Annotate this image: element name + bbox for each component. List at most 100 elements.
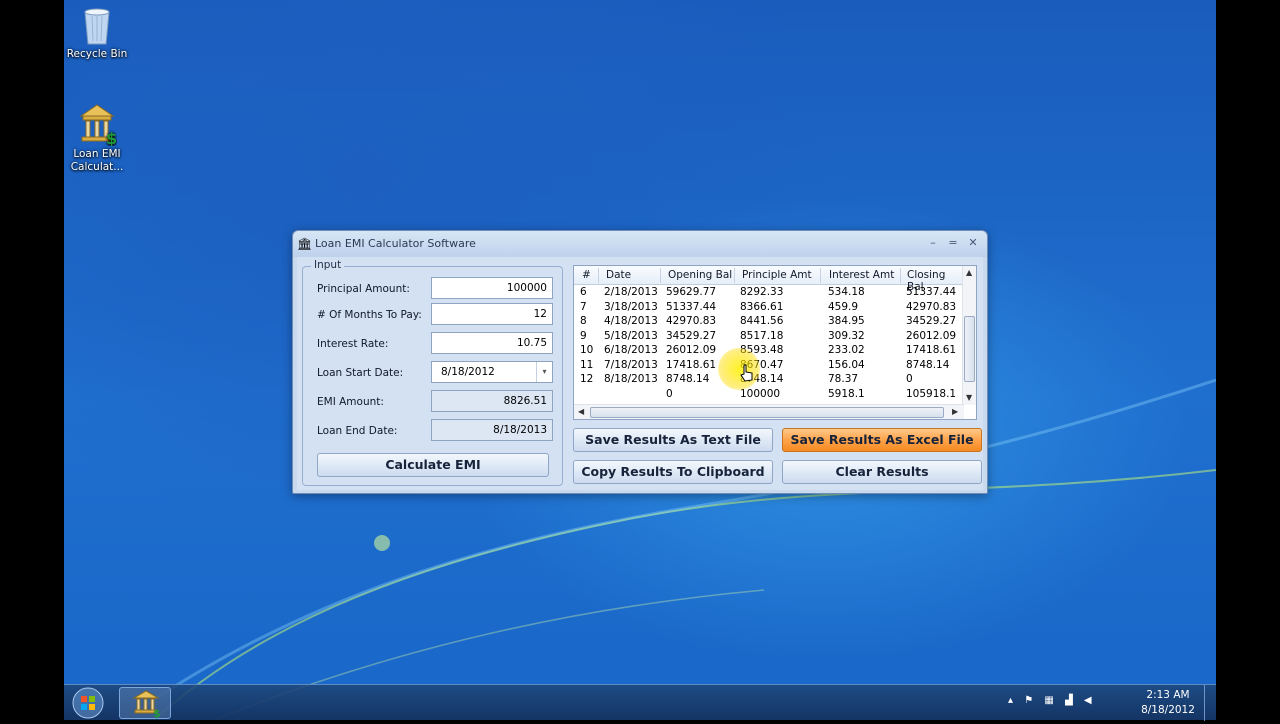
taskbar-app-loan-emi[interactable]: $ [119,687,171,719]
hand-cursor-icon [740,364,753,382]
col-header[interactable]: Interest Amt [829,269,894,281]
end-date-field: 8/18/2013 [431,419,553,441]
table-row[interactable]: 10 6/18/2013 26012.09 8593.48 233.02 17418.61 [574,344,964,358]
table-cell: 2/18/2013 [604,286,658,298]
table-cell: 8366.61 [740,300,784,313]
results-table[interactable]: # Date Opening Bal Principle Amt Interes… [573,265,977,420]
recycle-bin-icon [84,8,110,45]
scroll-up-icon[interactable]: ▲ [966,268,972,277]
scroll-right-icon[interactable]: ▶ [952,407,958,416]
vertical-scrollbar[interactable]: ▲ ▼ [962,266,976,405]
col-header[interactable]: Opening Bal [668,269,732,281]
show-desktop-button[interactable] [1204,685,1216,721]
principal-label: Principal Amount: [317,283,410,295]
volume-icon[interactable]: ◀ [1084,695,1092,706]
table-cell: 59629.77 [666,286,717,298]
table-cell: 8 [580,315,587,327]
col-header[interactable]: Date [606,269,631,281]
emi-amount-field: 8826.51 [431,390,553,412]
table-row[interactable]: 8 4/18/2013 42970.83 8441.56 384.95 34529.27 [574,315,964,329]
horizontal-scroll-thumb[interactable] [590,407,944,418]
minimize-button[interactable]: – [925,236,941,250]
network-icon[interactable]: ▦ [1044,695,1053,706]
table-row[interactable]: 12 8/18/2013 8748.14 8748.14 78.37 0 [574,373,964,387]
col-header[interactable]: # [582,269,591,281]
desktop-icon-recycle-bin[interactable]: Recycle Bin [64,6,132,61]
principal-amount-input[interactable]: 100000 [431,277,553,299]
table-cell: 34529.27 [906,315,957,327]
table-row[interactable]: 7 3/18/2013 51337.44 8366.61 459.9 42970.83 [574,301,964,315]
table-cell: 4/18/2013 [604,315,658,327]
table-cell: 3/18/2013 [604,300,658,313]
flag-icon[interactable]: ⚑ [1024,695,1033,706]
window-title: Loan EMI Calculator Software [315,237,476,250]
table-cell: 51337.44 [906,286,957,298]
table-cell: 78.37 [828,373,859,385]
table-cell: 7 [580,300,587,313]
table-cell: 156.04 [828,358,865,371]
table-header: # Date Opening Bal Principle Amt Interes… [574,266,964,293]
table-row[interactable]: 11 7/18/2013 17418.61 8670.47 156.04 8748.14 [574,359,964,373]
system-tray: ▴ ⚑ ▦ ▟ ◀ [1008,695,1092,706]
table-cell: 11 [580,358,594,371]
show-hidden-icons[interactable]: ▴ [1008,695,1013,706]
start-date-picker[interactable]: 8/18/2012 ▾ [431,361,553,383]
app-window: 🏛 Loan EMI Calculator Software – = ✕ Inp… [292,230,988,494]
table-row[interactable]: 6 2/18/2013 59629.77 8292.33 534.18 51337.44 [574,286,964,300]
table-cell: 17418.61 [906,344,957,356]
save-text-file-button[interactable]: Save Results As Text File [573,428,773,452]
clock-date: 8/18/2012 [1141,704,1195,716]
maximize-button[interactable]: = [945,236,961,250]
clock[interactable]: 2:13 AM 8/18/2012 [1138,688,1198,718]
close-button[interactable]: ✕ [965,236,981,250]
table-cell: 6 [580,286,587,298]
table-cell: 26012.09 [906,329,957,342]
table-cell: 100000 [740,387,781,400]
table-cell: 8748.14 [666,373,710,385]
clock-time: 2:13 AM [1146,689,1190,701]
copy-clipboard-button[interactable]: Copy Results To Clipboard [573,460,773,484]
vertical-scroll-thumb[interactable] [964,316,975,382]
table-cell: 105918.1 [906,387,957,400]
signal-icon[interactable]: ▟ [1065,695,1073,706]
table-row[interactable]: 0 100000 5918.1 105918.1 [574,388,964,402]
table-cell: 8748.14 [906,358,950,371]
interest-rate-input[interactable]: 10.75 [431,332,553,354]
months-input[interactable]: 12 [431,303,553,325]
table-cell: 17418.61 [666,358,717,371]
windows-logo-icon [72,687,104,719]
desktop-icon-loan-emi[interactable]: $ Loan EMI Calculat... [64,102,132,174]
calculate-emi-button[interactable]: Calculate EMI [317,453,549,477]
table-row[interactable]: 9 5/18/2013 34529.27 8517.18 309.32 26012.09 [574,330,964,344]
start-button[interactable] [68,686,108,720]
bank-dollar-icon: $ [132,690,161,719]
bank-dollar-icon: $ [79,104,117,146]
svg-text:$: $ [153,707,161,719]
col-header[interactable]: Principle Amt [742,269,812,281]
table-cell: 9 [580,329,587,342]
table-cell: 0 [666,387,673,400]
desktop-icon-label: Recycle Bin [66,48,128,60]
end-date-label: Loan End Date: [317,425,398,437]
start-date-value: 8/18/2012 [441,366,495,378]
scroll-down-icon[interactable]: ▼ [966,393,972,402]
scroll-left-icon[interactable]: ◀ [578,407,584,416]
table-cell: 534.18 [828,286,865,298]
desktop-icon-label: Loan EMI Calculat... [70,148,124,173]
horizontal-scrollbar[interactable]: ◀ ▶ [574,404,964,419]
table-cell: 459.9 [828,300,859,313]
app-bank-icon: 🏛 [297,237,313,251]
table-cell: 384.95 [828,315,865,327]
table-cell: 42970.83 [906,300,957,313]
table-cell: 10 [580,344,594,356]
chevron-down-icon[interactable]: ▾ [536,362,552,382]
svg-text:$: $ [106,129,117,146]
input-group-title: Input [311,259,345,271]
window-client-area: Input Principal Amount: 100000 # Of Mont… [297,257,983,490]
title-bar[interactable]: 🏛 Loan EMI Calculator Software – = ✕ [293,231,987,257]
table-cell: 8/18/2013 [604,373,658,385]
table-cell: 7/18/2013 [604,358,658,371]
months-label: # Of Months To Pay: [317,309,422,321]
save-excel-file-button[interactable]: Save Results As Excel File [782,428,982,452]
clear-results-button[interactable]: Clear Results [782,460,982,484]
